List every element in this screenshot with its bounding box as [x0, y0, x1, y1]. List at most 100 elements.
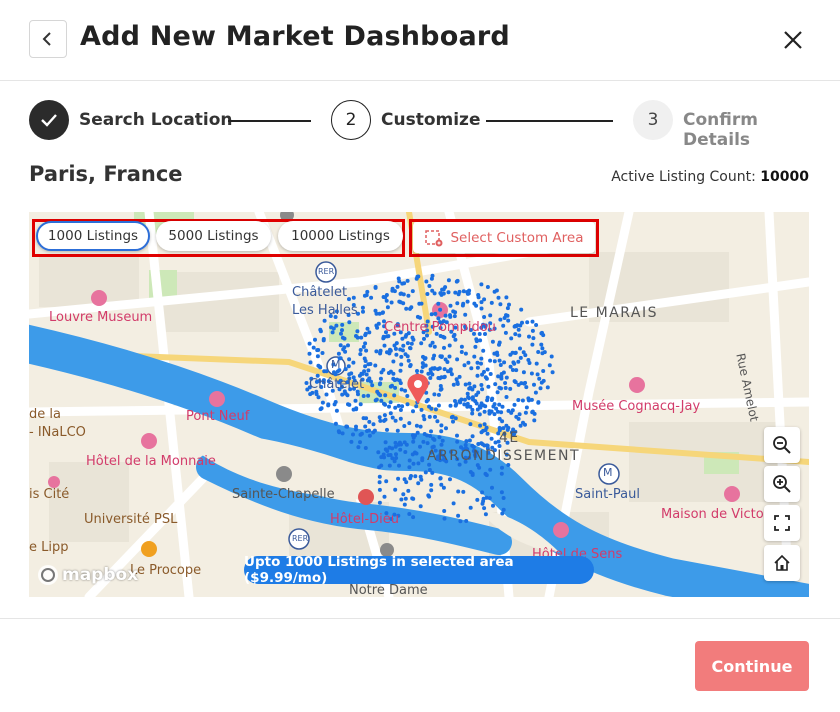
listing-dot [504, 295, 509, 300]
listing-dot [430, 288, 435, 293]
chevron-left-icon [42, 32, 51, 46]
listing-dot [540, 351, 545, 356]
listing-dot [446, 290, 451, 295]
listing-dot [479, 282, 484, 287]
listing-dot [484, 376, 489, 381]
listing-dot [374, 311, 379, 316]
continue-button[interactable]: Continue [695, 641, 809, 691]
listing-dot [550, 370, 555, 375]
back-button[interactable] [29, 20, 67, 58]
listing-dot [428, 376, 433, 380]
listing-dot [324, 392, 329, 397]
listing-dot [373, 363, 378, 368]
listing-dot [411, 515, 416, 520]
listing-dot [480, 387, 485, 392]
listing-dot [489, 300, 494, 305]
listing-dot [376, 391, 381, 396]
map-label-les-halles: Les Halles [292, 303, 358, 318]
close-button[interactable] [780, 27, 806, 53]
home-button[interactable] [764, 545, 800, 581]
listing-dot [398, 447, 403, 452]
listing-dot [393, 405, 398, 410]
listing-dot [476, 442, 481, 446]
map-label-chatelet: Châtelet [309, 377, 365, 392]
listing-option-5000[interactable]: 5000 Listings [156, 221, 271, 251]
listing-dot [532, 382, 536, 387]
listing-dot [414, 404, 419, 409]
listing-dot [436, 392, 441, 397]
listing-dot [485, 431, 490, 436]
listing-dot [351, 360, 356, 365]
listing-option-1000[interactable]: 1000 Listings [36, 221, 150, 251]
listing-dot [409, 305, 414, 310]
listing-dot [547, 363, 552, 368]
listing-dot [429, 482, 434, 487]
listing-dot [430, 273, 435, 278]
listing-dot [358, 402, 363, 407]
listing-dot [340, 392, 345, 397]
listing-dot [500, 465, 504, 470]
listing-dot [390, 415, 395, 420]
listing-dot [413, 474, 418, 479]
listing-dot [304, 381, 309, 385]
listing-dot [474, 393, 479, 397]
listing-dot [388, 411, 393, 416]
map-view[interactable]: Louvre Museum Châtelet Les Halles Châtel… [29, 212, 809, 597]
listing-dot [356, 392, 360, 397]
listing-dot [451, 501, 456, 506]
listing-dot [526, 358, 531, 362]
listing-dot [315, 348, 320, 353]
map-label-sainte-chapelle: Sainte-Chapelle [232, 487, 335, 502]
listing-dot [483, 512, 488, 517]
listing-dot [498, 363, 503, 367]
zoom-out-button[interactable] [764, 427, 800, 463]
listing-dot [425, 292, 430, 296]
listing-dot [398, 408, 403, 412]
listing-dot [381, 310, 385, 315]
listing-dot [456, 513, 461, 518]
listing-dot [481, 499, 486, 504]
listing-dot [307, 341, 312, 346]
listing-dot [414, 423, 419, 428]
listing-dot [534, 323, 539, 327]
listing-dot [428, 367, 433, 372]
listing-dot [523, 380, 528, 385]
listing-dot [438, 384, 443, 388]
mapbox-wordmark: mapbox [62, 565, 139, 585]
map-label-hotel-dieu: Hôtel-Dieu [330, 512, 399, 527]
listing-dot [404, 480, 409, 485]
listing-dot [472, 354, 477, 359]
listing-dot [482, 369, 486, 374]
listing-dot [405, 354, 410, 359]
listing-dot [423, 356, 428, 361]
listing-dot [318, 407, 323, 412]
listing-dot [516, 398, 521, 402]
listing-dot [529, 397, 534, 402]
listing-dot [536, 350, 541, 354]
zoom-in-button[interactable] [764, 466, 800, 502]
map-label-arrondissement: ARRONDISSEMENT [427, 448, 581, 464]
listing-dot [524, 385, 529, 390]
fullscreen-button[interactable] [764, 505, 800, 541]
map-label-le-marais: LE MARAIS [570, 305, 659, 321]
listing-dot [430, 470, 435, 475]
listing-option-10000[interactable]: 10000 Listings [278, 221, 403, 251]
dashed-area-icon [425, 229, 443, 246]
map-label-procope: Le Procope [130, 563, 202, 578]
location-name: Paris, France [29, 162, 183, 186]
map-label-chatelet-les-halles: Châtelet [292, 285, 348, 300]
listing-dot [518, 423, 523, 428]
listing-dot [516, 382, 521, 387]
mapbox-attribution[interactable]: mapbox [37, 564, 138, 586]
listing-dot [342, 336, 347, 341]
step-3-label: Confirm Details [683, 110, 758, 150]
map-label-lipp: e Lipp [29, 540, 69, 555]
select-custom-area-button[interactable]: Select Custom Area [413, 222, 595, 253]
listing-dot [340, 328, 344, 333]
listing-dot [442, 509, 447, 513]
listing-dot [320, 400, 325, 405]
listing-dot [510, 408, 515, 413]
listing-dot [530, 328, 535, 333]
listing-dot [451, 309, 456, 314]
listing-dot [536, 400, 541, 405]
